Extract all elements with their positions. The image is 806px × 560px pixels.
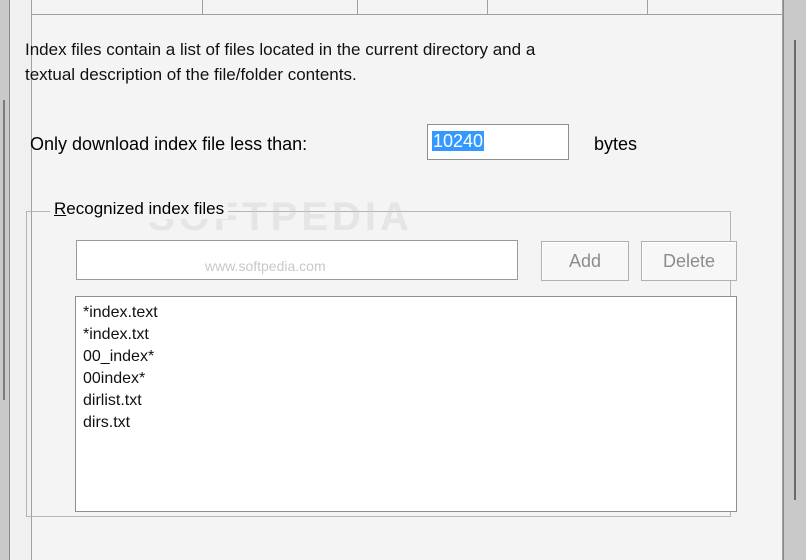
download-limit-label: Only download index file less than: [30,134,308,154]
tab-separator [647,0,648,14]
list-item[interactable]: 00index* [83,368,736,390]
legend-text: ecognized index files [66,199,225,218]
download-limit-input[interactable]: 10240 [427,124,569,160]
add-button[interactable]: Add [541,241,629,281]
list-item[interactable]: 00_index* [83,346,736,368]
list-item[interactable]: dirs.txt [83,412,736,434]
legend-mnemonic: R [54,199,67,218]
window-frame-left [0,0,10,560]
tab-separator [202,0,203,14]
bytes-unit-label: bytes [594,134,638,154]
description-line-2: textual description of the file/folder c… [25,65,357,84]
tab-separator [357,0,358,14]
window-frame-right [783,0,806,560]
softpedia-url-watermark: www.softpedia.com [205,258,326,274]
recognized-index-files-list[interactable]: *index.text *index.txt 00_index* 00index… [75,296,737,512]
recognized-index-files-legend: Recognized index files [50,199,229,219]
download-limit-value: 10240 [432,131,485,151]
tab-strip [32,0,782,15]
description-text: Index files contain a list of files loca… [25,37,725,87]
list-item[interactable]: dirlist.txt [83,390,736,412]
delete-button[interactable]: Delete [641,241,737,281]
list-item[interactable]: *index.txt [83,324,736,346]
description-line-1: Index files contain a list of files loca… [25,40,536,59]
list-item[interactable]: *index.text [83,302,736,324]
tab-separator [487,0,488,14]
